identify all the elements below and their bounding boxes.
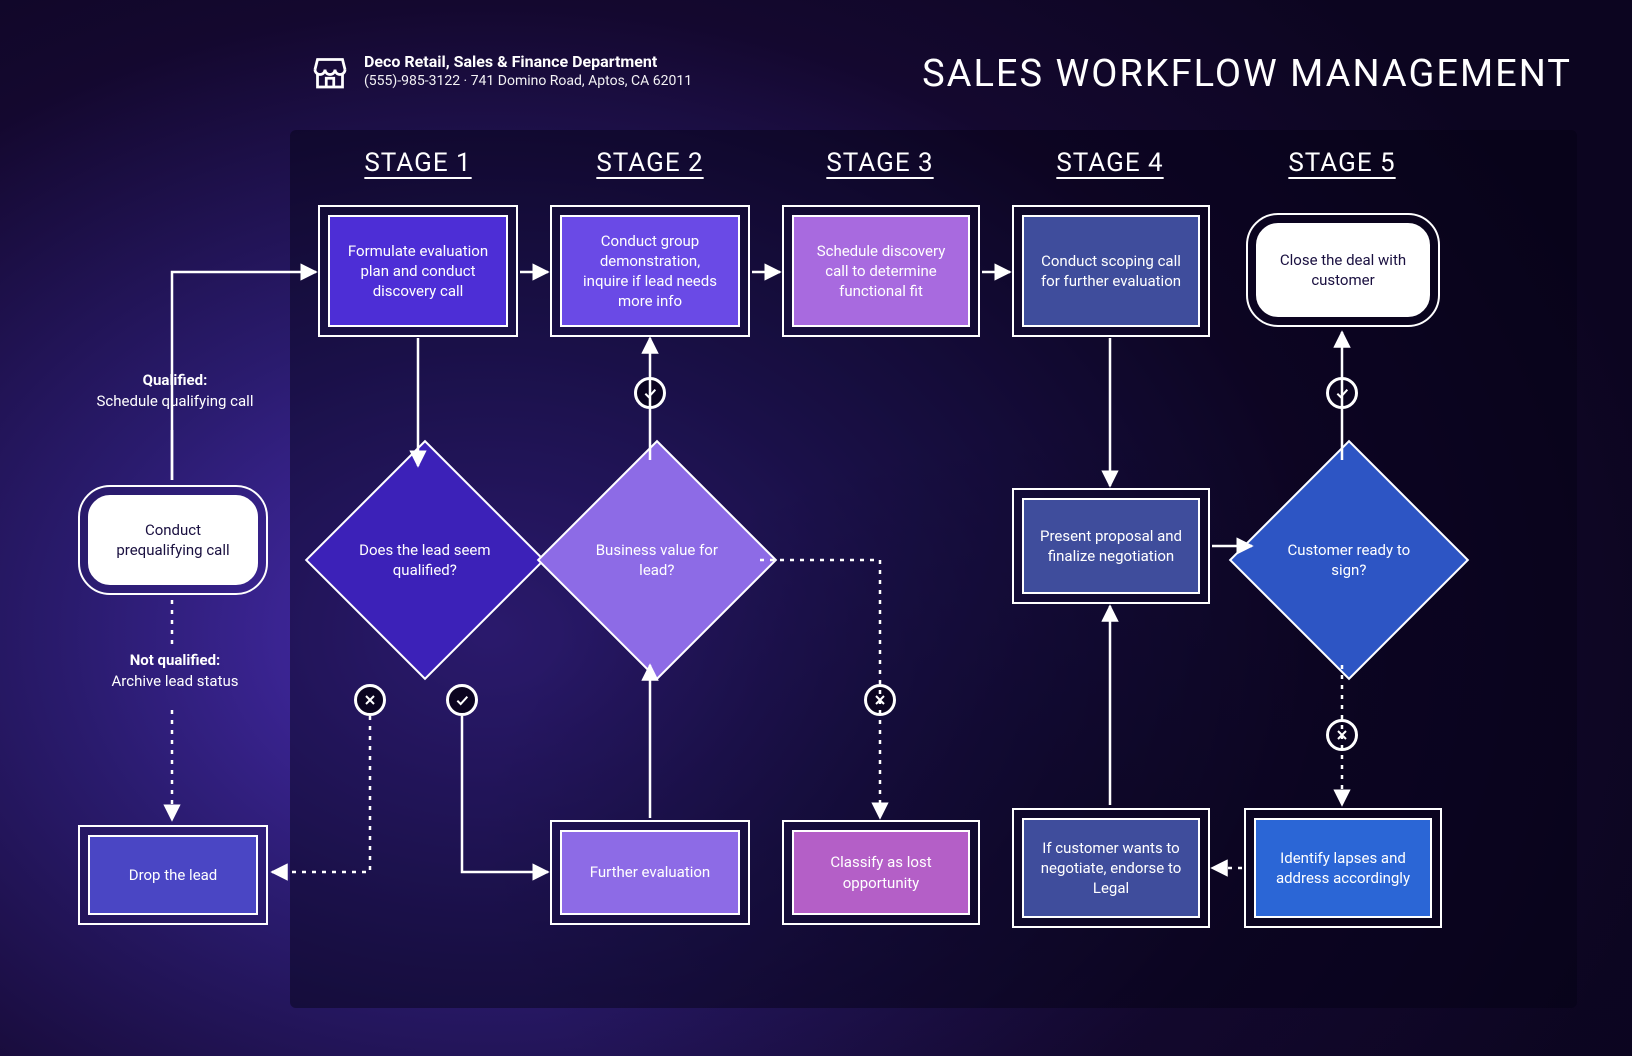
s4-negotiate-legal: If customer wants to negotiate, endorse … — [1022, 818, 1200, 918]
stage-2-header: STAGE 2 — [596, 148, 703, 178]
s4-present-proposal: Present proposal and finalize negotiatio… — [1022, 498, 1200, 594]
s3-lost-opportunity: Classify as lost opportunity — [792, 830, 970, 915]
s5-close-deal: Close the deal with customer — [1256, 223, 1430, 317]
x-icon — [1326, 719, 1358, 751]
check-icon — [634, 377, 666, 409]
s1-formulate-plan: Formulate evaluation plan and conduct di… — [328, 215, 508, 327]
conduct-prequalifying-call: Conduct prequalifying call — [88, 495, 258, 585]
s5-identify-lapses: Identify lapses and address accordingly — [1254, 818, 1432, 918]
header: Deco Retail, Sales & Finance Department … — [310, 52, 1572, 96]
qualified-label: Qualified:Schedule qualifying call — [95, 370, 255, 412]
page-title: SALES WORKFLOW MANAGEMENT — [922, 52, 1572, 96]
check-icon — [1326, 377, 1358, 409]
s2-group-demo: Conduct group demonstration, inquire if … — [560, 215, 740, 327]
drop-the-lead: Drop the lead — [88, 835, 258, 915]
check-icon — [446, 684, 478, 716]
brand-contact: (555)-985-3122 · 741 Domino Road, Aptos,… — [364, 73, 692, 89]
storefront-icon — [310, 52, 350, 92]
s2-further-evaluation: Further evaluation — [560, 830, 740, 915]
s4-scoping-call: Conduct scoping call for further evaluat… — [1022, 215, 1200, 327]
brand-block: Deco Retail, Sales & Finance Department … — [310, 52, 692, 92]
s3-discovery-call: Schedule discovery call to determine fun… — [792, 215, 970, 327]
stage-3-header: STAGE 3 — [826, 148, 933, 178]
x-icon — [354, 684, 386, 716]
not-qualified-label: Not qualified:Archive lead status — [95, 650, 255, 692]
brand-name: Deco Retail, Sales & Finance Department — [364, 52, 692, 71]
stage-1-header: STAGE 1 — [364, 148, 471, 178]
stage-5-header: STAGE 5 — [1288, 148, 1395, 178]
stage-4-header: STAGE 4 — [1056, 148, 1163, 178]
x-icon — [864, 684, 896, 716]
